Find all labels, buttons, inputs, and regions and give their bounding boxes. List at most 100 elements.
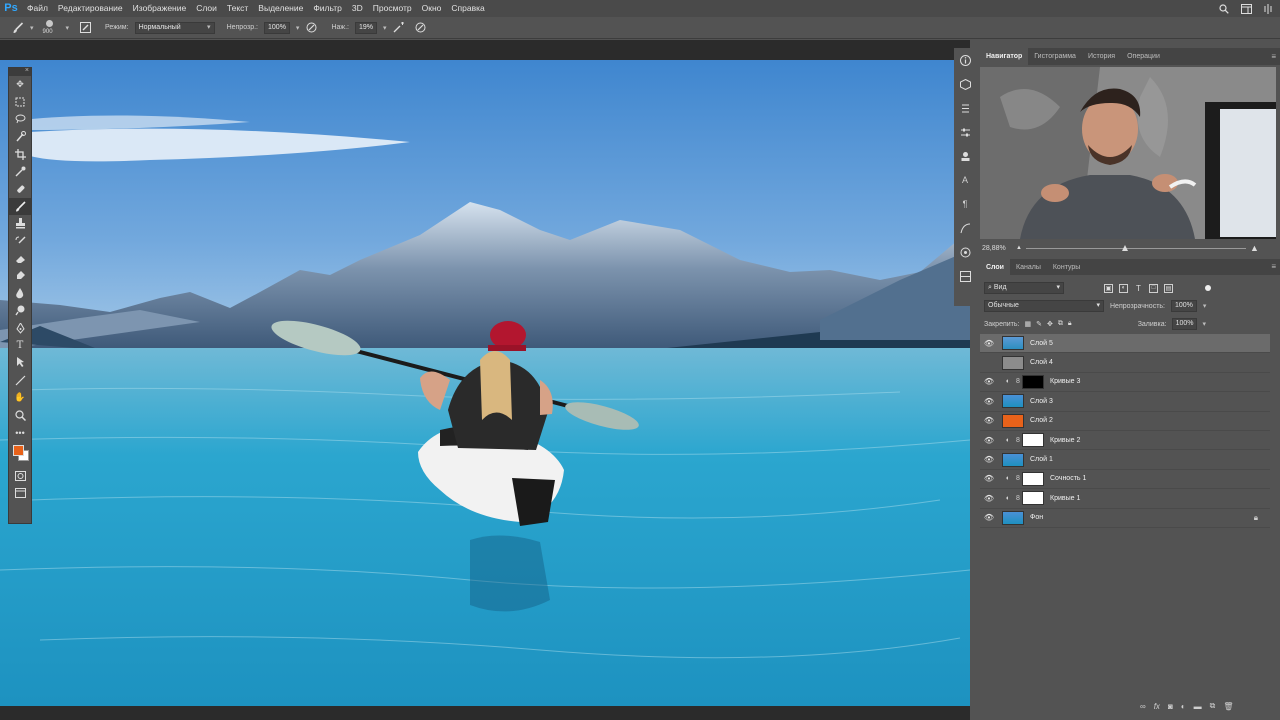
- layer-row[interactable]: 👁︎ Слой 3: [980, 392, 1270, 412]
- 3d-icon[interactable]: [954, 72, 976, 96]
- visibility-eye-icon[interactable]: 👁︎: [980, 494, 998, 503]
- menu-layers[interactable]: Слои: [191, 0, 222, 17]
- stamp-tool-icon[interactable]: [9, 215, 31, 232]
- filter-type-icon[interactable]: T: [1134, 284, 1143, 293]
- color-swatches[interactable]: [9, 441, 31, 467]
- link-icon[interactable]: ∞: [1140, 702, 1146, 711]
- mask-link-icon[interactable]: 8: [1014, 495, 1022, 502]
- crop-tool-icon[interactable]: [9, 146, 31, 163]
- tab-layers[interactable]: Слои: [980, 258, 1010, 276]
- menu-edit[interactable]: Редактирование: [53, 0, 128, 17]
- layer-name[interactable]: Слой 3: [1030, 398, 1053, 405]
- layer-row[interactable]: 👁︎ Слой 4: [980, 353, 1270, 373]
- healing-tool-icon[interactable]: [9, 180, 31, 197]
- layer-mask-thumbnail[interactable]: [1022, 471, 1044, 486]
- visibility-eye-icon[interactable]: 👁︎: [980, 455, 998, 464]
- tab-navigator[interactable]: Навигатор: [980, 48, 1029, 65]
- menu-window[interactable]: Окно: [417, 0, 447, 17]
- layer-filter-select[interactable]: ⌕ Вид ▾: [984, 282, 1064, 294]
- mask-link-icon[interactable]: 8: [1014, 378, 1022, 385]
- text-tool-icon[interactable]: T: [9, 337, 31, 354]
- adjustments-icon[interactable]: [954, 120, 976, 144]
- info-icon[interactable]: [954, 48, 976, 72]
- menu-view[interactable]: Просмотр: [368, 0, 417, 17]
- character-icon[interactable]: A: [954, 168, 976, 192]
- visibility-eye-icon[interactable]: 👁︎: [980, 513, 998, 522]
- brush-preset-dropdown[interactable]: ▾: [30, 24, 34, 32]
- layer-opacity-dropdown[interactable]: ▾: [1203, 302, 1207, 310]
- eraser-tool-icon[interactable]: [9, 250, 31, 267]
- screen-mode-icon[interactable]: [9, 485, 31, 502]
- layer-name[interactable]: Слой 2: [1030, 417, 1053, 424]
- menu-file[interactable]: Файл: [22, 0, 53, 17]
- paragraph-icon[interactable]: ¶: [954, 192, 976, 216]
- filter-smart-icon[interactable]: ▤: [1164, 283, 1173, 293]
- pen-tool-icon[interactable]: [9, 319, 31, 336]
- layer-comps-icon[interactable]: [954, 264, 976, 288]
- visibility-eye-icon[interactable]: 👁︎: [980, 377, 998, 386]
- layer-mask-thumbnail[interactable]: [1022, 491, 1044, 506]
- zoom-in-icon[interactable]: ▲: [1250, 243, 1259, 253]
- mask-link-icon[interactable]: 8: [1014, 475, 1022, 482]
- layer-name[interactable]: Кривые 2: [1050, 437, 1080, 444]
- layer-row[interactable]: 👁︎ Слой 1: [980, 450, 1270, 470]
- gradient-tool-icon[interactable]: [9, 267, 31, 284]
- mode-select[interactable]: Нормальный ▾: [134, 21, 215, 34]
- layer-row[interactable]: 👁︎ ◐ 8 Кривые 3: [980, 373, 1270, 393]
- libraries-icon[interactable]: [954, 144, 976, 168]
- new-layer-icon[interactable]: ⧉: [1210, 701, 1216, 711]
- tab-histogram[interactable]: Гистограмма: [1028, 48, 1082, 65]
- layer-name[interactable]: Кривые 1: [1050, 495, 1080, 502]
- zoom-slider-thumb[interactable]: [1121, 244, 1128, 251]
- tools-panel-header[interactable]: ×: [9, 67, 31, 76]
- layer-row[interactable]: 👁︎ Фон 🔒︎: [980, 509, 1270, 528]
- opacity-field[interactable]: 100%: [264, 21, 290, 34]
- layer-mask-thumbnail[interactable]: [1022, 433, 1044, 448]
- tab-actions[interactable]: Операции: [1121, 48, 1166, 65]
- visibility-eye-icon[interactable]: 👁︎: [980, 397, 998, 406]
- lock-pixels-icon[interactable]: ✎: [1036, 320, 1042, 328]
- mask-link-icon[interactable]: 8: [1014, 437, 1022, 444]
- filter-adjustment-icon[interactable]: ◐: [1119, 283, 1128, 293]
- lock-position-icon[interactable]: ✥: [1047, 320, 1053, 328]
- visibility-eye-icon[interactable]: 👁︎: [980, 436, 998, 445]
- layer-name[interactable]: Кривые 3: [1050, 378, 1080, 385]
- brush-settings-icon[interactable]: [954, 240, 976, 264]
- menu-image[interactable]: Изображение: [128, 0, 192, 17]
- lasso-tool-icon[interactable]: [9, 111, 31, 128]
- hand-tool-icon[interactable]: ✋: [9, 389, 31, 406]
- opacity-dropdown[interactable]: ▾: [296, 24, 300, 32]
- filter-pixel-icon[interactable]: ▣: [1104, 283, 1113, 293]
- zoom-tool-icon[interactable]: [9, 406, 31, 423]
- flow-field[interactable]: 19%: [354, 21, 377, 34]
- navigator-preview[interactable]: [980, 67, 1276, 239]
- move-tool-icon[interactable]: ✥: [9, 76, 31, 93]
- brush-panel-icon[interactable]: [79, 22, 91, 34]
- quick-mask-icon[interactable]: [9, 467, 31, 484]
- lock-transparency-icon[interactable]: ▦: [1024, 320, 1031, 328]
- flow-dropdown[interactable]: ▾: [383, 24, 387, 32]
- dodge-tool-icon[interactable]: [9, 302, 31, 319]
- airbrush-icon[interactable]: [393, 22, 405, 34]
- tab-channels[interactable]: Каналы: [1010, 259, 1047, 276]
- trash-icon[interactable]: 🗑︎: [1223, 702, 1233, 711]
- adjustment-icon[interactable]: ◐: [1181, 702, 1186, 711]
- fx-icon[interactable]: fx: [1154, 702, 1160, 711]
- layer-opacity-field[interactable]: 100%: [1171, 300, 1197, 312]
- group-icon[interactable]: ▬: [1194, 702, 1202, 711]
- layer-name[interactable]: Слой 4: [1030, 359, 1053, 366]
- mask-icon[interactable]: ◙: [1168, 702, 1173, 711]
- fill-field[interactable]: 100%: [1171, 318, 1198, 330]
- properties-icon[interactable]: [954, 96, 976, 120]
- tab-history[interactable]: История: [1082, 48, 1121, 65]
- menu-filter[interactable]: Фильтр: [308, 0, 347, 17]
- menu-select[interactable]: Выделение: [253, 0, 308, 17]
- filter-toggle-icon[interactable]: [1205, 285, 1211, 291]
- layer-row[interactable]: 👁︎ ◐ 8 Кривые 1: [980, 489, 1270, 509]
- workspace-icon[interactable]: [1240, 3, 1252, 15]
- marquee-tool-icon[interactable]: [9, 93, 31, 110]
- brush-preset-icon[interactable]: [12, 21, 24, 34]
- blend-mode-select[interactable]: Обычные ▾: [984, 300, 1104, 312]
- zoom-slider[interactable]: [1025, 244, 1246, 251]
- zoom-value[interactable]: 28,88%: [982, 245, 1012, 252]
